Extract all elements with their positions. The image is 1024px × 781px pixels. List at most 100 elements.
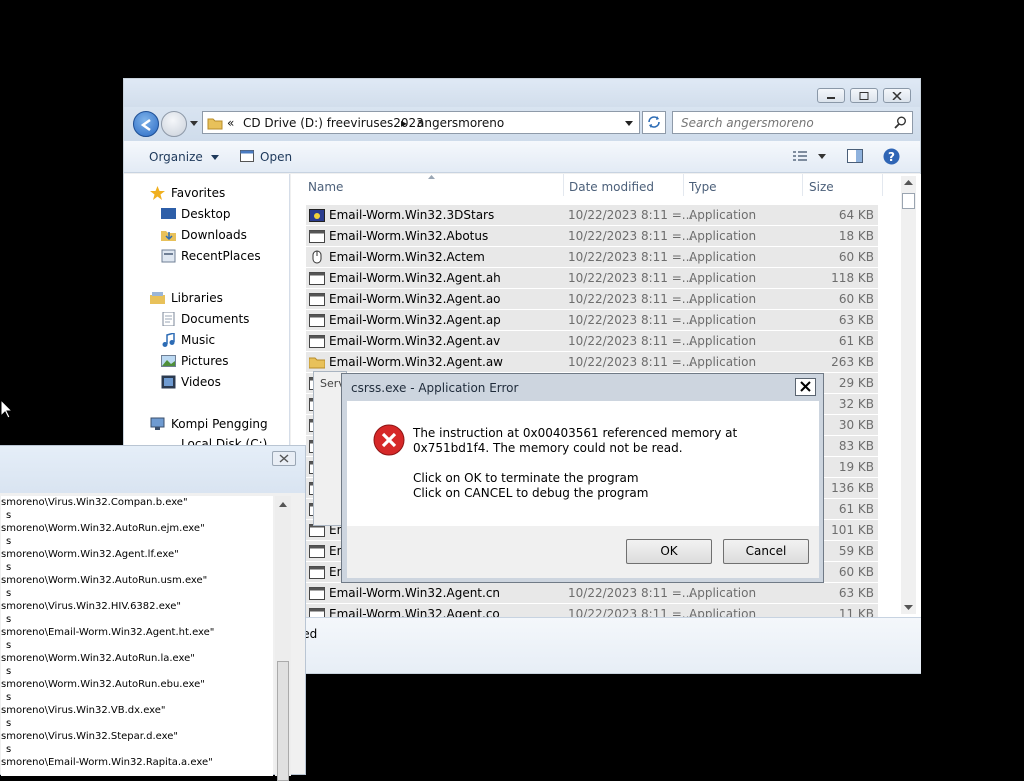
close-icon (800, 381, 811, 392)
address-overflow[interactable]: « (227, 116, 234, 130)
column-headers: Name Date modified Type Size (291, 174, 901, 198)
file-name: Email-Worm.Win32.Agent.cn (329, 586, 501, 600)
open-button[interactable]: Open (260, 150, 292, 164)
stars-app-icon (309, 209, 325, 222)
app-window-icon (309, 566, 325, 579)
recent-pages-dropdown[interactable] (190, 121, 198, 126)
file-date: 10/22/2023 8:11 =... (568, 355, 694, 369)
details-pane: cted ... (291, 617, 921, 673)
file-size: 60 KB (838, 292, 874, 306)
file-type: Application (689, 586, 757, 600)
open-app-icon (240, 150, 254, 162)
file-name: Email-Worm.Win32.Agent.aw (329, 355, 503, 369)
videos-icon (161, 375, 176, 389)
search-input[interactable] (679, 113, 884, 132)
file-name: Email-Worm.Win32.3DStars (329, 208, 495, 222)
nav-item-label: RecentPlaces (181, 249, 261, 263)
column-name[interactable]: Name (308, 180, 343, 194)
file-name: Email-Worm.Win32.Agent.ap (329, 313, 501, 327)
address-bar[interactable]: « CD Drive (D:) freeviruses2023 ▸ angers… (202, 111, 640, 134)
column-size[interactable]: Size (809, 180, 834, 194)
column-divider[interactable] (882, 174, 883, 196)
dialog-message-line: Click on CANCEL to debug the program (413, 486, 649, 500)
view-options-icon[interactable] (792, 150, 808, 163)
column-divider[interactable] (683, 174, 684, 196)
scroll-up-icon[interactable] (279, 502, 287, 507)
log-line: smoreno\Worm.Win32.AutoRun.ejm.exe" (1, 523, 205, 534)
nav-item-label: Videos (181, 375, 221, 389)
log-line: smoreno\Virus.Win32.HIV.6382.exe" (1, 601, 182, 612)
file-size: 83 KB (838, 439, 874, 453)
crumb-separator[interactable]: ▸ (401, 116, 407, 130)
address-crumb-drive[interactable]: CD Drive (D:) freeviruses2023 (243, 116, 424, 130)
file-size: 101 KB (831, 523, 874, 537)
search-icon[interactable] (894, 116, 907, 129)
address-crumb-folder[interactable]: angersmoreno (417, 116, 504, 130)
log-text-area[interactable]: smoreno\Virus.Win32.Compan.b.exe" s smoren… (1, 496, 273, 776)
dialog-message-line: Click on OK to terminate the program (413, 471, 639, 485)
file-type: Application (689, 292, 757, 306)
dialog-close-button[interactable] (795, 378, 816, 396)
file-size: 18 KB (838, 229, 874, 243)
nav-computer-label: Kompi Pengging (171, 417, 268, 431)
back-button[interactable] (133, 111, 159, 137)
help-icon[interactable]: ? (883, 148, 900, 165)
log-line: smoreno\Email-Worm.Win32.Agent.ht.exe" (1, 627, 215, 638)
preview-pane-icon[interactable] (847, 149, 863, 164)
file-date: 10/22/2023 8:11 =... (568, 250, 694, 264)
log-scroll-thumb[interactable] (277, 661, 289, 781)
dialog-title: csrss.exe - Application Error (351, 381, 519, 395)
file-name: Email-Worm.Win32.Agent.ah (329, 271, 501, 285)
close-button[interactable] (883, 88, 911, 103)
log-line: smoreno\Virus.Win32.VB.dx.exe" (1, 705, 166, 716)
maximize-button[interactable] (850, 88, 878, 103)
nav-item-label: Downloads (181, 228, 247, 242)
desktop-icon (161, 208, 176, 219)
file-row[interactable]: Email-Worm.Win32.Agent.cn 10/22/2023 8:11… (306, 583, 878, 604)
file-row[interactable]: Email-Worm.Win32.Agent.aw 10/22/2023 8:11… (306, 352, 878, 373)
cancel-button[interactable]: Cancel (723, 539, 809, 564)
log-title-bar (0, 446, 305, 493)
file-row[interactable]: Email-Worm.Win32.Abotus 10/22/2023 8:11 =… (306, 226, 878, 247)
file-name: Email-Worm.Win32.Actem (329, 250, 485, 264)
app-window-icon (309, 335, 325, 348)
file-name: Email-Worm.Win32.Agent.ao (329, 292, 501, 306)
scroll-down-icon[interactable] (904, 605, 913, 610)
minimize-button[interactable] (817, 88, 845, 103)
address-dropdown-icon[interactable] (625, 121, 633, 126)
file-row[interactable]: Email-Worm.Win32.Agent.co 10/22/2023 8:11… (306, 604, 878, 617)
scroll-thumb[interactable] (902, 193, 915, 209)
file-size: 64 KB (838, 208, 874, 222)
column-divider[interactable] (802, 174, 803, 196)
dialog-body: The instruction at 0x00403561 referenced… (347, 401, 819, 526)
organize-button[interactable]: Organize (149, 150, 219, 164)
scroll-up-icon[interactable] (904, 180, 913, 185)
file-row[interactable]: Email-Worm.Win32.3DStars 10/22/2023 8:11 … (306, 205, 878, 226)
title-bar (124, 79, 920, 107)
ok-button[interactable]: OK (626, 539, 712, 564)
file-row[interactable]: Email-Worm.Win32.Agent.av 10/22/2023 8:11… (306, 331, 878, 352)
search-box[interactable] (672, 111, 913, 134)
mouse-cursor-icon (1, 400, 13, 419)
file-name: Email-Worm.Win32.Abotus (329, 229, 489, 243)
column-type[interactable]: Type (689, 180, 717, 194)
column-date[interactable]: Date modified (569, 180, 654, 194)
log-line: s (6, 562, 12, 573)
log-close-button[interactable] (272, 451, 296, 466)
log-scrollbar[interactable] (275, 496, 291, 781)
file-size: 60 KB (838, 565, 874, 579)
file-row[interactable]: Email-Worm.Win32.Agent.ao 10/22/2023 8:11… (306, 289, 878, 310)
nav-item-label: Pictures (181, 354, 229, 368)
file-date: 10/22/2023 8:11 =... (568, 208, 694, 222)
vertical-scrollbar[interactable] (901, 176, 916, 614)
file-row[interactable]: Email-Worm.Win32.Agent.ah 10/22/2023 8:11… (306, 268, 878, 289)
refresh-button[interactable] (642, 111, 666, 134)
address-row: « CD Drive (D:) freeviruses2023 ▸ angers… (124, 107, 920, 141)
nav-libraries-label: Libraries (171, 291, 223, 305)
column-divider[interactable] (563, 174, 564, 196)
forward-button[interactable] (161, 111, 187, 137)
file-row[interactable]: Email-Worm.Win32.Actem 10/22/2023 8:11 =.… (306, 247, 878, 268)
view-dropdown-icon[interactable] (818, 154, 826, 160)
app-window-icon (309, 545, 325, 558)
file-row[interactable]: Email-Worm.Win32.Agent.ap 10/22/2023 8:11… (306, 310, 878, 331)
